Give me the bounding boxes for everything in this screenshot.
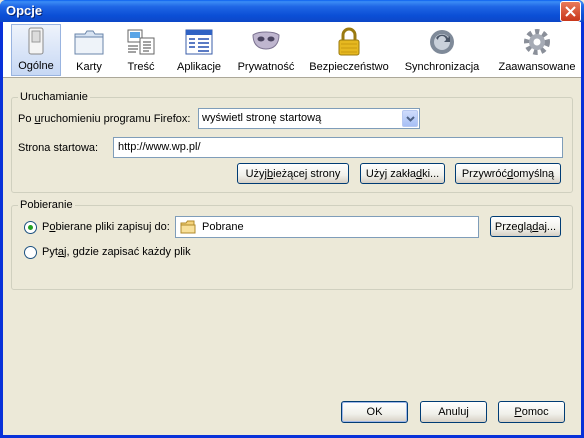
ok-button[interactable]: OK — [341, 401, 408, 423]
window-title: Opcje — [6, 3, 43, 18]
applications-icon — [185, 29, 213, 55]
switch-icon — [28, 27, 44, 55]
startup-group-title: Uruchamianie — [18, 91, 90, 103]
tab-label: Treść — [127, 61, 155, 73]
preferences-toolbar: Ogólne Karty Treść Aplikacje Prywatność … — [3, 22, 581, 78]
privacy-mask-icon — [252, 31, 280, 50]
downloads-group: Pobieranie Pobierane pliki zapisuj do: P… — [11, 199, 573, 290]
tab-label: Ogólne — [18, 60, 54, 72]
browse-button[interactable]: Przeglą d aj... — [490, 216, 561, 237]
homepage-label: Strona startowa: — [18, 142, 99, 154]
download-folder-value: Pobrane — [202, 221, 244, 233]
tab-privacy[interactable]: Prywatność — [233, 24, 299, 76]
dropdown-button[interactable] — [402, 110, 418, 127]
close-icon — [565, 6, 576, 17]
tab-sync[interactable]: Synchronizacja — [403, 24, 481, 76]
homepage-input[interactable]: http://www.wp.pl/ — [113, 137, 563, 158]
folder-icon — [180, 220, 196, 234]
content-icon — [127, 29, 155, 55]
save-to-label: Pobierane pliki zapisuj do: — [42, 221, 170, 233]
tab-content[interactable]: Treść — [117, 24, 165, 76]
padlock-icon — [338, 27, 360, 56]
tab-security[interactable]: Bezpieczeństwo — [309, 24, 389, 76]
tab-general[interactable]: Ogólne — [11, 24, 61, 76]
use-bookmark-button[interactable]: Użyj zakła d ki... — [360, 163, 445, 184]
use-current-page-button[interactable]: Użyj b ieżącej strony — [237, 163, 349, 184]
tab-label: Karty — [76, 61, 102, 73]
on-start-value: wyświetl stronę startową — [202, 112, 322, 124]
on-start-select[interactable]: wyświetl stronę startową — [198, 108, 420, 129]
ask-where-label: Pytaj, gdzie zapisać każdy plik — [42, 246, 191, 258]
downloads-group-title: Pobieranie — [18, 199, 75, 211]
options-window: Opcje Ogólne Karty Treść Aplikacje Prywa… — [0, 0, 584, 438]
cancel-button[interactable]: Anuluj — [420, 401, 487, 423]
tab-label: Bezpieczeństwo — [309, 61, 389, 73]
tab-advanced[interactable]: Zaawansowane — [495, 24, 579, 76]
tab-label: Synchronizacja — [404, 61, 480, 73]
close-button[interactable] — [560, 1, 581, 22]
title-bar[interactable]: Opcje — [0, 0, 584, 22]
tab-tabs[interactable]: Karty — [65, 24, 113, 76]
on-start-label: Po uruchomieniu programu Firefox: — [18, 113, 191, 125]
ask-where-radio[interactable] — [24, 246, 37, 259]
tab-label: Prywatność — [237, 61, 295, 73]
tab-label: Zaawansowane — [498, 61, 576, 73]
save-to-radio[interactable] — [24, 221, 37, 234]
tabs-icon — [74, 30, 104, 55]
tab-label: Aplikacje — [176, 61, 222, 73]
chevron-down-icon — [405, 115, 415, 122]
download-folder-field[interactable]: Pobrane — [175, 216, 479, 238]
dialog-client: Ogólne Karty Treść Aplikacje Prywatność … — [3, 22, 581, 435]
startup-group: Uruchamianie Po uruchomieniu programu Fi… — [11, 91, 573, 193]
sync-icon — [430, 30, 454, 54]
help-button[interactable]: Pomoc — [498, 401, 565, 423]
gear-icon — [524, 29, 550, 55]
tab-applications[interactable]: Aplikacje — [171, 24, 227, 76]
homepage-value: http://www.wp.pl/ — [118, 141, 201, 153]
restore-default-button[interactable]: Przywróć d omyślną — [455, 163, 561, 184]
